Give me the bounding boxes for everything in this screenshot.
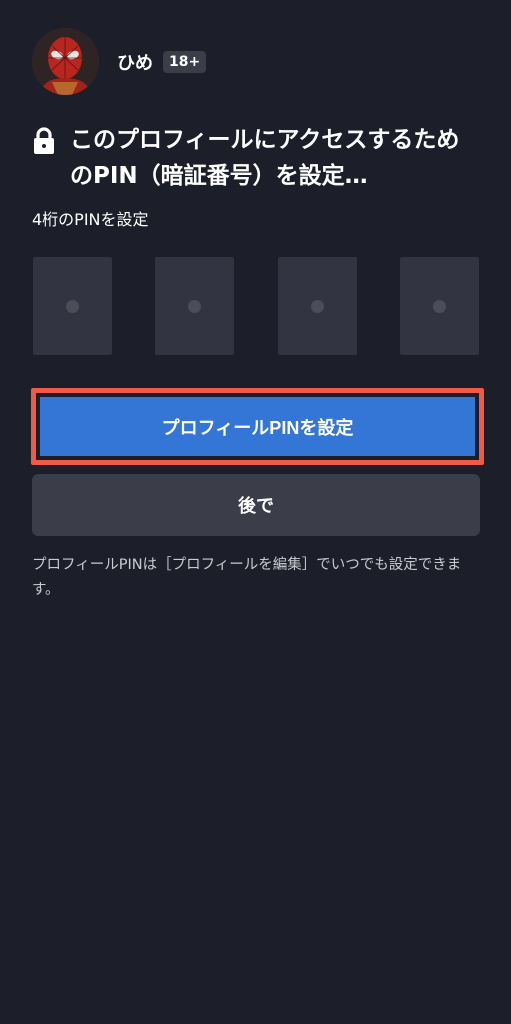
pin-entry-row <box>0 257 511 355</box>
pin-digit-box-1[interactable] <box>33 257 112 355</box>
profile-name: ひめ <box>117 52 153 74</box>
set-profile-pin-button[interactable]: プロフィールPINを設定 <box>40 397 475 456</box>
avatar <box>32 28 99 95</box>
pin-digit-box-3[interactable] <box>278 257 357 355</box>
pin-instruction-label: 4桁のPINを設定 <box>32 210 149 229</box>
pin-placeholder-dot <box>66 299 79 313</box>
pin-placeholder-dot <box>188 299 201 313</box>
profile-header: ひめ 18+ <box>32 28 207 95</box>
lock-icon <box>34 127 54 154</box>
title-block: このプロフィールにアクセスするためのPIN（暗証番号）を設定… <box>32 122 482 194</box>
pin-help-note: プロフィールPINは［プロフィールを編集］でいつでも設定できます。 <box>32 557 462 598</box>
pin-digit-box-4[interactable] <box>400 257 479 355</box>
pin-placeholder-dot <box>433 299 446 313</box>
pin-setup-screen: ひめ 18+ このプロフィールにアクセスするためのPIN（暗証番号）を設定… 4… <box>0 0 511 1024</box>
page-title: このプロフィールにアクセスするためのPIN（暗証番号）を設定… <box>70 127 460 189</box>
pin-digit-box-2[interactable] <box>155 257 234 355</box>
pin-placeholder-dot <box>311 299 324 313</box>
later-button[interactable]: 後で <box>32 474 480 536</box>
spider-hero-avatar-image <box>32 28 99 95</box>
age-rating-badge: 18+ <box>163 50 207 73</box>
